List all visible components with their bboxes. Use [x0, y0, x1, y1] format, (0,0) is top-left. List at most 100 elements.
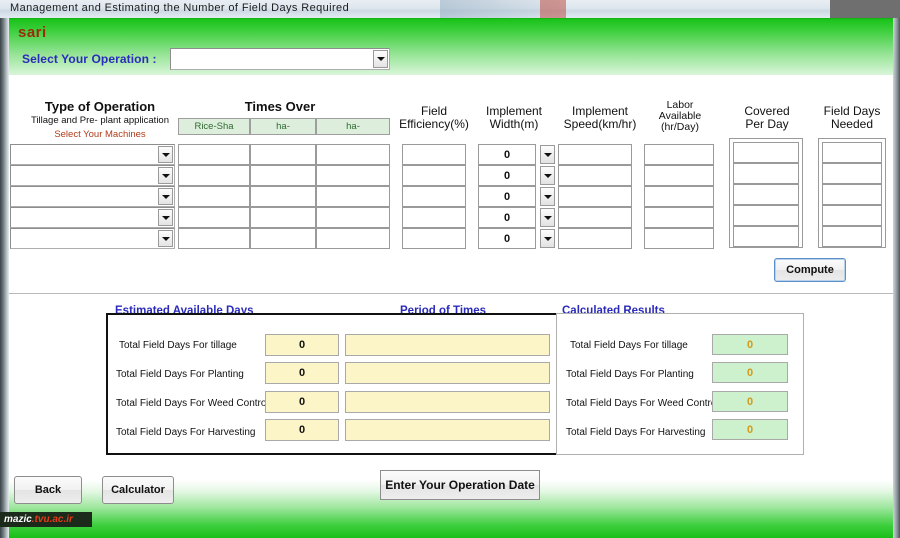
field-efficiency-row-4[interactable]: [402, 207, 466, 228]
calculated-value-3: 0: [712, 391, 788, 412]
times-over-1-row-1[interactable]: [178, 144, 250, 165]
implement-width-row-5[interactable]: 0: [478, 228, 536, 249]
times-over-1-row-4[interactable]: [178, 207, 250, 228]
chevron-down-icon[interactable]: [540, 208, 555, 227]
times-over-1-row-5[interactable]: [178, 228, 250, 249]
chevron-down-icon[interactable]: [158, 146, 173, 163]
field-days-needed-row-4[interactable]: [822, 205, 882, 226]
calculated-row-label-4: Total Field Days For Harvesting: [566, 427, 706, 438]
machine-select-row-1[interactable]: [10, 144, 175, 165]
times-over-unit-1: Rice-Sha: [178, 118, 250, 135]
select-operation-dropdown[interactable]: [170, 48, 390, 70]
field-days-needed-row-1[interactable]: [822, 142, 882, 163]
implement-width-row-4[interactable]: 0: [478, 207, 536, 228]
chevron-down-icon[interactable]: [158, 167, 173, 184]
labor-available-row-1[interactable]: [644, 144, 714, 165]
times-over-2-row-2[interactable]: [250, 165, 316, 186]
calculated-value-2: 0: [712, 362, 788, 383]
covered-per-day-row-2[interactable]: [733, 163, 799, 184]
covered-per-day-row-1[interactable]: [733, 142, 799, 163]
period-input-3[interactable]: [345, 391, 550, 413]
covered-per-day-row-5[interactable]: [733, 226, 799, 247]
col-implement-width-l2: Width(m): [489, 117, 539, 131]
period-input-1[interactable]: [345, 334, 550, 356]
labor-available-row-3[interactable]: [644, 186, 714, 207]
col-covered-per-day-l1: Covered: [744, 104, 790, 118]
times-over-2-row-1[interactable]: [250, 144, 316, 165]
col-field-efficiency-l1: Field: [420, 104, 447, 118]
times-over-3-row-1[interactable]: [316, 144, 390, 165]
implement-speed-row-1[interactable]: [558, 144, 632, 165]
chevron-down-icon[interactable]: [158, 230, 173, 247]
implement-speed-row-3[interactable]: [558, 186, 632, 207]
machine-select-row-2[interactable]: [10, 165, 175, 186]
chevron-down-icon[interactable]: [158, 209, 173, 226]
covered-per-day-row-4[interactable]: [733, 205, 799, 226]
enter-operation-date-button[interactable]: Enter Your Operation Date: [380, 470, 540, 500]
times-over-2-row-3[interactable]: [250, 186, 316, 207]
calculated-row-label-3: Total Field Days For Weed Control: [566, 398, 719, 409]
col-field-efficiency: Field Efficiency(%): [398, 105, 470, 131]
col-implement-speed-l1: Implement: [571, 104, 629, 118]
estimated-value-2[interactable]: 0: [265, 362, 339, 384]
estimated-row-label-2: Total Field Days For Planting: [116, 369, 244, 380]
col-covered-per-day: Covered Per Day: [726, 105, 808, 131]
labor-available-row-2[interactable]: [644, 165, 714, 186]
field-efficiency-row-2[interactable]: [402, 165, 466, 186]
estimated-row-label-3: Total Field Days For Weed Control: [116, 398, 269, 409]
machine-select-row-5[interactable]: [10, 228, 175, 249]
col-field-days-needed-l2: Needed: [830, 117, 874, 131]
estimated-value-1[interactable]: 0: [265, 334, 339, 356]
times-over-1-row-2[interactable]: [178, 165, 250, 186]
calculated-row-label-2: Total Field Days For Planting: [566, 369, 694, 380]
labor-available-row-4[interactable]: [644, 207, 714, 228]
field-efficiency-row-1[interactable]: [402, 144, 466, 165]
machine-select-row-4[interactable]: [10, 207, 175, 228]
implement-speed-row-4[interactable]: [558, 207, 632, 228]
field-days-needed-row-2[interactable]: [822, 163, 882, 184]
col-covered-per-day-l2: Per Day: [745, 117, 789, 131]
times-over-2-row-4[interactable]: [250, 207, 316, 228]
col-implement-width-l1: Implement: [485, 104, 543, 118]
implement-speed-row-5[interactable]: [558, 228, 632, 249]
chevron-down-icon[interactable]: [540, 229, 555, 248]
chevron-down-icon[interactable]: [540, 187, 555, 206]
machine-select-row-3[interactable]: [10, 186, 175, 207]
implement-width-row-3[interactable]: 0: [478, 186, 536, 207]
chevron-down-icon[interactable]: [540, 166, 555, 185]
implement-width-row-2[interactable]: 0: [478, 165, 536, 186]
times-over-3-row-3[interactable]: [316, 186, 390, 207]
chevron-down-icon[interactable]: [540, 145, 555, 164]
times-over-2-row-5[interactable]: [250, 228, 316, 249]
times-over-1-row-3[interactable]: [178, 186, 250, 207]
times-over-3-row-4[interactable]: [316, 207, 390, 228]
col-field-efficiency-l2: Efficiency(%): [399, 117, 469, 131]
labor-available-row-5[interactable]: [644, 228, 714, 249]
watermark-part2: .tvu.ac.ir: [31, 514, 73, 525]
col-implement-speed: Implement Speed(km/hr): [556, 105, 644, 131]
field-efficiency-row-5[interactable]: [402, 228, 466, 249]
select-operation-label: Select Your Operation :: [22, 52, 157, 66]
period-input-2[interactable]: [345, 362, 550, 384]
calculated-value-1: 0: [712, 334, 788, 355]
field-days-needed-row-3[interactable]: [822, 184, 882, 205]
estimated-value-4[interactable]: 0: [265, 419, 339, 441]
calculator-button[interactable]: Calculator: [102, 476, 174, 504]
back-button[interactable]: Back: [14, 476, 82, 504]
implement-width-row-1[interactable]: 0: [478, 144, 536, 165]
col-implement-speed-l2: Speed(km/hr): [563, 117, 637, 131]
col-group-type-of-operation: Type of Operation: [44, 99, 156, 114]
implement-speed-row-2[interactable]: [558, 165, 632, 186]
field-efficiency-row-3[interactable]: [402, 186, 466, 207]
estimated-value-3[interactable]: 0: [265, 391, 339, 413]
compute-button[interactable]: Compute: [774, 258, 846, 282]
chevron-down-icon[interactable]: [373, 50, 388, 68]
chevron-down-icon[interactable]: [158, 188, 173, 205]
field-days-needed-row-5[interactable]: [822, 226, 882, 247]
times-over-3-row-5[interactable]: [316, 228, 390, 249]
covered-per-day-row-3[interactable]: [733, 184, 799, 205]
period-input-4[interactable]: [345, 419, 550, 441]
site-watermark: mazic .tvu.ac.ir: [0, 512, 92, 527]
times-over-3-row-2[interactable]: [316, 165, 390, 186]
col-labor-available-l3: (hr/Day): [661, 121, 699, 133]
